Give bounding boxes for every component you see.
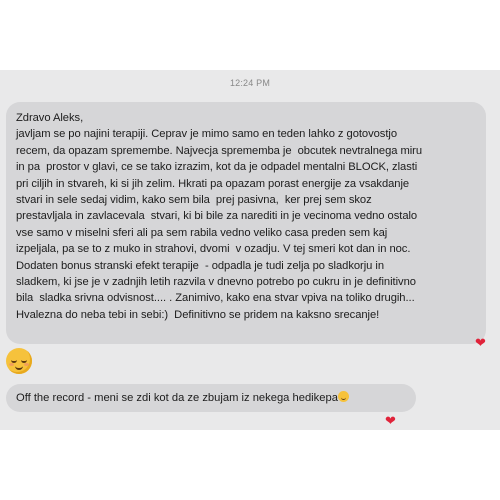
message-line: prestavljala in zavlacevala stvari, ki b…	[16, 210, 418, 223]
message-line: stvari in sele sedaj vidim, kako sem bil…	[16, 194, 372, 207]
message-bubble-1[interactable]: Zdravo Aleks, javljam se po najini terap…	[6, 102, 486, 344]
message-line: Off the record - meni se zdi kot da ze z…	[16, 392, 338, 404]
heart-reaction-icon[interactable]: ❤	[385, 414, 396, 427]
message-timestamp: 12:24 PM	[229, 78, 271, 88]
heart-reaction-icon[interactable]: ❤	[475, 336, 486, 349]
message-line: Dodaten bonus stranski efekt terapije - …	[16, 259, 384, 272]
message-line: Zdravo Aleks,	[16, 112, 84, 124]
message-line: in pa prostor v glavi, ce se tako izrazi…	[16, 161, 418, 174]
message-line: Hvalezna do neba tebi in sebi:) Definiti…	[16, 308, 380, 321]
message-text: Zdravo Aleks, javljam se po najini terap…	[16, 110, 482, 323]
message-line: pri ciljih in stvareh, ki si jih zelim. …	[16, 177, 410, 190]
message-line: javljam se po najini terapiji. Ceprav je…	[16, 128, 398, 141]
message-bubble-2[interactable]: Off the record - meni se zdi kot da ze z…	[6, 384, 416, 412]
message-line: recem, da opazam spremembe. Najvecja spr…	[16, 144, 423, 157]
message-line: vse samo v miselni sferi ali pa sem rabi…	[16, 226, 388, 239]
smiling-face-with-hearts-icon[interactable]	[6, 348, 32, 374]
message-line: bila sladka srivna odvisnost.... . Zanim…	[16, 292, 415, 305]
message-line: sladkem, ki jse je v zadnjih letih razvi…	[16, 276, 416, 289]
message-text: Off the record - meni se zdi kot da ze z…	[16, 390, 349, 406]
message-line: izpeljala, pa se to z muko in strahovi, …	[16, 243, 411, 256]
grimace-emoji-icon	[337, 391, 349, 402]
